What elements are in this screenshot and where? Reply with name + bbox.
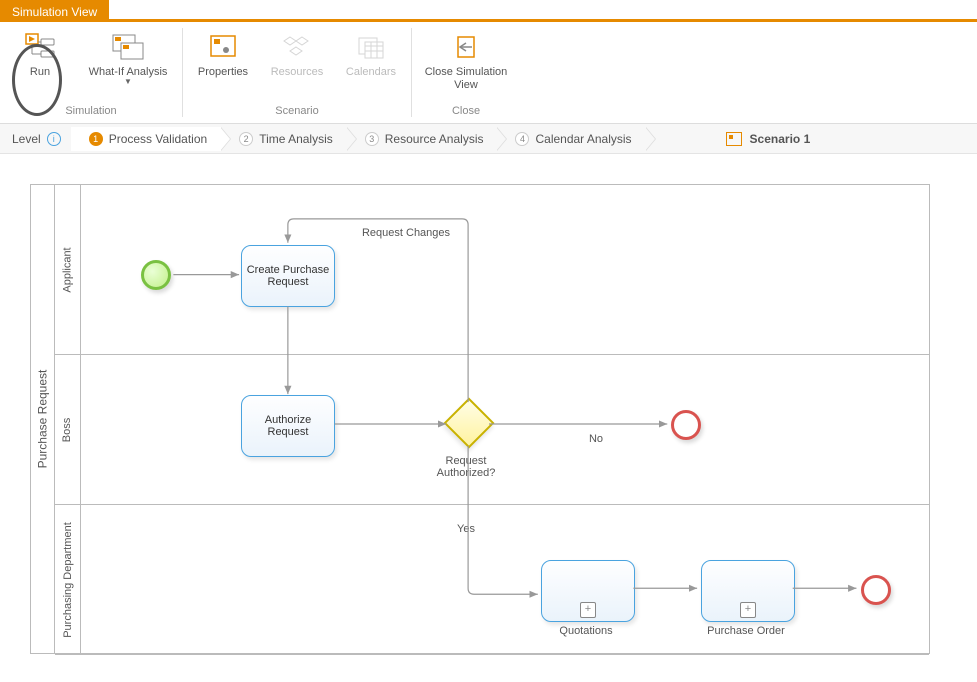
task-create-purchase-request[interactable]: Create Purchase Request <box>241 245 335 307</box>
calendars-button: Calendars <box>341 30 401 79</box>
scenario-label: Scenario 1 <box>750 132 811 146</box>
resources-icon <box>280 30 314 64</box>
bpmn-diagram: Purchase Request Applicant Create Purcha… <box>30 184 930 654</box>
close-icon <box>449 30 483 64</box>
step-time-analysis[interactable]: 2 Time Analysis <box>221 127 347 151</box>
ribbon-tab-simulation-view[interactable]: Simulation View <box>0 0 109 22</box>
step-calendar-analysis[interactable]: 4 Calendar Analysis <box>497 127 645 151</box>
info-icon[interactable]: i <box>47 132 61 146</box>
lane-purchasing: Purchasing Department Yes Quotations Pur… <box>55 505 929 655</box>
close-simulation-view-button[interactable]: Close Simulation View <box>422 30 510 92</box>
step-number: 3 <box>365 132 379 146</box>
task-authorize-request[interactable]: Authorize Request <box>241 395 335 457</box>
ribbon-group-simulation: Run What-If Analysis ▼ Simulation <box>0 22 182 123</box>
step-label: Resource Analysis <box>385 132 484 146</box>
lane-boss: Boss Authorize Request Request Authorize… <box>55 355 929 505</box>
edge-label-request-changes: Request Changes <box>361 227 451 239</box>
ribbon-group-scenario: Properties Resources Calendars Scenario <box>183 22 411 123</box>
run-button[interactable]: Run <box>10 30 70 79</box>
lane-label: Boss <box>55 355 81 504</box>
dropdown-caret-icon: ▼ <box>124 77 132 86</box>
subprocess-quotations[interactable] <box>541 560 635 622</box>
step-number: 1 <box>89 132 103 146</box>
diagram-canvas[interactable]: Purchase Request Applicant Create Purcha… <box>0 154 977 654</box>
calendars-label: Calendars <box>346 66 396 79</box>
pool-label: Purchase Request <box>31 185 55 653</box>
start-event[interactable] <box>141 260 171 290</box>
run-label: Run <box>30 66 50 79</box>
level-bar: Level i 1 Process Validation 2 Time Anal… <box>0 124 977 154</box>
ribbon-group-close: Close Simulation View Close <box>412 22 520 123</box>
edge-label-yes: Yes <box>451 523 481 535</box>
properties-icon <box>206 30 240 64</box>
whatif-icon <box>111 30 145 64</box>
lane-label: Purchasing Department <box>55 505 81 654</box>
scenario-selector[interactable]: Scenario 1 <box>726 132 811 146</box>
ribbon: Run What-If Analysis ▼ Simulation Proper… <box>0 22 977 124</box>
step-label: Time Analysis <box>259 132 333 146</box>
resources-button: Resources <box>267 30 327 79</box>
calendars-icon <box>354 30 388 64</box>
task-label-purchase-order: Purchase Order <box>701 625 791 637</box>
task-label-quotations: Quotations <box>541 625 631 637</box>
level-label: Level <box>12 132 41 146</box>
subprocess-purchase-order[interactable] <box>701 560 795 622</box>
resources-label: Resources <box>271 66 324 79</box>
close-label: Close Simulation View <box>422 66 510 92</box>
step-process-validation[interactable]: 1 Process Validation <box>71 127 222 151</box>
end-event-no[interactable] <box>671 410 701 440</box>
step-number: 4 <box>515 132 529 146</box>
properties-button[interactable]: Properties <box>193 30 253 79</box>
step-label: Process Validation <box>109 132 208 146</box>
lane-label: Applicant <box>55 185 81 354</box>
gateway-label: Request Authorized? <box>421 455 511 479</box>
edge-label-no: No <box>581 433 611 445</box>
gateway-request-authorized[interactable] <box>444 398 495 449</box>
step-label: Calendar Analysis <box>535 132 631 146</box>
group-label-close: Close <box>452 105 480 121</box>
scenario-icon <box>726 132 742 146</box>
properties-label: Properties <box>198 66 248 79</box>
group-label-simulation: Simulation <box>65 105 116 121</box>
step-number: 2 <box>239 132 253 146</box>
step-resource-analysis[interactable]: 3 Resource Analysis <box>347 127 498 151</box>
lane-applicant: Applicant Create Purchase Request Reques… <box>55 185 929 355</box>
whatif-button[interactable]: What-If Analysis ▼ <box>84 30 172 86</box>
group-label-scenario: Scenario <box>275 105 318 121</box>
end-event-yes[interactable] <box>861 575 891 605</box>
ribbon-tab-strip: Simulation View <box>0 0 977 22</box>
run-icon <box>23 30 57 64</box>
